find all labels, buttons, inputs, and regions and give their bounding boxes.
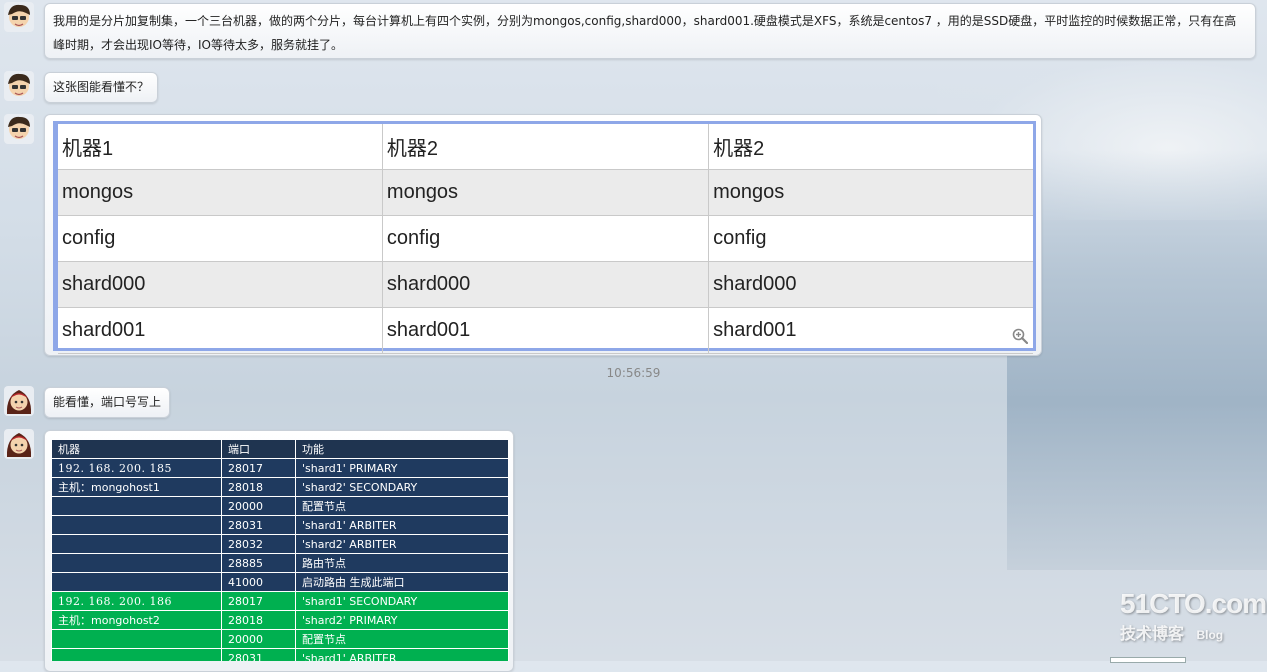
message-text: 我用的是分片加复制集，一个三台机器，做的两个分片，每台计算机上有四个实例，分别为… <box>53 14 1237 52</box>
table-cell: config <box>58 215 383 262</box>
watermark-logo-text: 51CTO.com <box>1120 588 1267 619</box>
cell-func: 'shard1' ARBITER <box>295 648 509 661</box>
cell-machine <box>51 648 222 661</box>
table-row: 192. 168. 200. 186 28017'shard1' SECONDAR… <box>51 591 509 611</box>
cell-port: 28885 <box>221 553 296 573</box>
table-row: 机器1 机器2 机器2 <box>58 124 1033 170</box>
cell-func: 配置节点 <box>295 629 509 649</box>
message-bubble: 我用的是分片加复制集，一个三台机器，做的两个分片，每台计算机上有四个实例，分别为… <box>44 3 1256 59</box>
table-row: 28032'shard2' ARBITER <box>51 534 509 554</box>
cell-port: 28031 <box>221 648 296 661</box>
table-cell: config <box>382 215 710 262</box>
cell-func: 路由节点 <box>295 553 509 573</box>
cell-port: 20000 <box>221 496 296 516</box>
table-cell: mongos <box>382 169 710 216</box>
cell-machine <box>51 572 222 592</box>
table-cell: shard000 <box>382 261 710 308</box>
cell-port: 20000 <box>221 629 296 649</box>
table-cell: 机器2 <box>708 124 1033 170</box>
watermark-blog-text: Blog <box>1196 628 1224 642</box>
table-row: 28031'shard1' ARBITER <box>51 648 509 661</box>
port-table: 机器 端口 功能 192. 168. 200. 185 28017'shard1'… <box>51 440 509 661</box>
table-cell: mongos <box>708 169 1033 216</box>
table-row: mongos mongos mongos <box>58 169 1033 216</box>
zoom-in-icon[interactable] <box>1012 328 1029 345</box>
cell-func: 'shard2' ARBITER <box>295 534 509 554</box>
cell-port: 28018 <box>221 477 296 497</box>
cell-func: 'shard1' PRIMARY <box>295 458 509 478</box>
cell-machine: 主机：mongohost1 <box>51 477 222 497</box>
background-sea <box>1007 150 1267 570</box>
cell-port: 28017 <box>221 591 296 611</box>
cell-func: 'shard2' PRIMARY <box>295 610 509 630</box>
avatar-user-a[interactable] <box>4 71 34 101</box>
avatar-boy-icon <box>4 71 34 101</box>
avatar-boy-icon <box>4 114 34 144</box>
table-row: 41000 启动路由 生成此端口 <box>51 572 509 592</box>
header-port: 端口 <box>221 440 296 459</box>
table-row: 28885 路由节点 <box>51 553 509 573</box>
message-text: 这张图能看懂不？ <box>53 80 150 94</box>
avatar-girl-icon <box>4 429 34 459</box>
cell-port: 41000 <box>221 572 296 592</box>
message-timestamp: 10:56:59 <box>606 366 661 380</box>
cell-port: 28032 <box>221 534 296 554</box>
avatar-user-a[interactable] <box>4 114 34 144</box>
table-row: 20000 配置节点 <box>51 496 509 516</box>
cell-machine <box>51 515 222 535</box>
cell-machine <box>51 629 222 649</box>
table-cell: config <box>708 215 1033 262</box>
shared-image-port-table[interactable]: 机器 端口 功能 192. 168. 200. 185 28017'shard1'… <box>51 440 509 661</box>
avatar-user-b[interactable] <box>4 386 34 416</box>
cell-port: 28031 <box>221 515 296 535</box>
cell-machine <box>51 553 222 573</box>
cell-func: 启动路由 生成此端口 <box>295 572 509 592</box>
header-machine: 机器 <box>51 440 222 459</box>
site-watermark: 51CTO.com 技术博客 Blog <box>1120 588 1267 648</box>
cell-func: 'shard1' SECONDARY <box>295 591 509 611</box>
table-cell: 机器2 <box>382 124 710 170</box>
table-cell: shard000 <box>708 261 1033 308</box>
table-cell: shard001 <box>58 307 383 354</box>
watermark-subtitle-text: 技术博客 <box>1120 626 1185 643</box>
cell-machine <box>51 496 222 516</box>
cell-func: 配置节点 <box>295 496 509 516</box>
avatar-user-a[interactable] <box>4 2 34 32</box>
table-row: 28031'shard1' ARBITER <box>51 515 509 535</box>
table-row: 20000 配置节点 <box>51 629 509 649</box>
table-row: shard000 shard000 shard000 <box>58 261 1033 308</box>
message-text: 能看懂，端口号写上 <box>53 395 162 409</box>
avatar-user-b[interactable] <box>4 429 34 459</box>
table-row: 192. 168. 200. 185 28017'shard1' PRIMARY <box>51 458 509 478</box>
table-row: shard001 shard001 shard001 <box>58 307 1033 354</box>
watermark-subtitle: 技术博客 Blog <box>1120 620 1260 644</box>
table-cell: shard001 <box>708 307 1033 354</box>
cell-port: 28018 <box>221 610 296 630</box>
table-row: 主机：mongohost2 28018'shard2' PRIMARY <box>51 610 509 630</box>
header-function: 功能 <box>295 440 509 459</box>
table-row: config config config <box>58 215 1033 262</box>
scroll-indicator[interactable] <box>1110 657 1186 663</box>
cell-func: 'shard2' SECONDARY <box>295 477 509 497</box>
table-cell: 机器1 <box>58 124 383 170</box>
table-cell: shard000 <box>58 261 383 308</box>
avatar-boy-icon <box>4 2 34 32</box>
table-cell: shard001 <box>382 307 710 354</box>
deployment-table: 机器1 机器2 机器2 mongos mongos mongos config … <box>58 124 1033 354</box>
table-header-row: 机器 端口 功能 <box>51 440 509 459</box>
message-bubble: 能看懂，端口号写上 <box>44 387 171 418</box>
avatar-girl-icon <box>4 386 34 416</box>
cell-machine: 192. 168. 200. 186 <box>51 591 222 611</box>
cell-machine <box>51 534 222 554</box>
shared-image-table[interactable]: 机器1 机器2 机器2 mongos mongos mongos config … <box>53 121 1036 354</box>
cell-machine: 192. 168. 200. 185 <box>51 458 222 478</box>
table-row: 主机：mongohost1 28018'shard2' SECONDARY <box>51 477 509 497</box>
cell-func: 'shard1' ARBITER <box>295 515 509 535</box>
table-cell: mongos <box>58 169 383 216</box>
message-bubble: 这张图能看懂不？ <box>44 72 159 103</box>
cell-port: 28017 <box>221 458 296 478</box>
cell-machine: 主机：mongohost2 <box>51 610 222 630</box>
